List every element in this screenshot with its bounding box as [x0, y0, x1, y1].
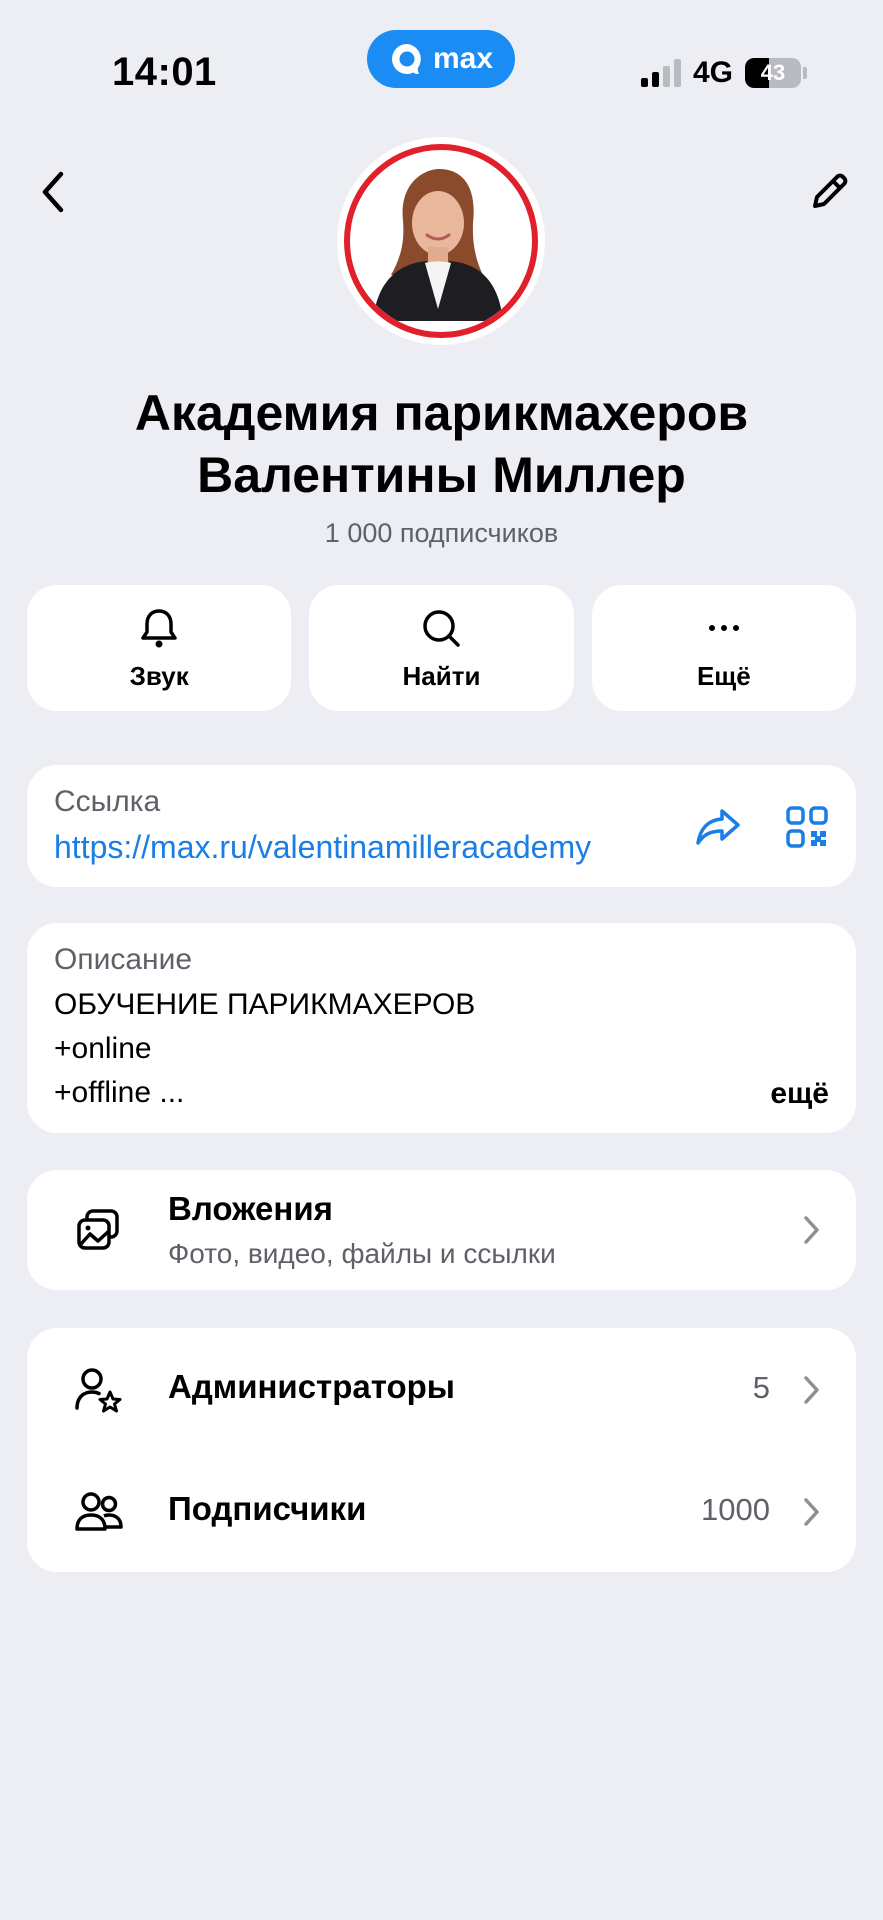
- chevron-right-icon: [796, 1210, 826, 1250]
- avatar-photo: [344, 144, 538, 338]
- description-caption: Описание: [54, 943, 193, 976]
- status-bar: 14:01 max 4G 43: [0, 0, 883, 140]
- subscribers-row[interactable]: Подписчики 1000: [27, 1450, 856, 1572]
- description-line-1: ОБУЧЕНИЕ ПАРИКМАХЕРОВ: [54, 988, 476, 1021]
- sound-button[interactable]: Звук: [27, 585, 292, 711]
- attachments-subtitle: Фото, видео, файлы и ссылки: [168, 1238, 556, 1269]
- back-button[interactable]: [22, 160, 86, 224]
- more-icon: [708, 624, 739, 631]
- pencil-icon: [813, 173, 848, 208]
- qr-code-icon: [786, 806, 828, 848]
- battery-level: 43: [760, 60, 786, 85]
- link-card: Ссылка https://max.ru/valentinamilleraca…: [27, 765, 856, 887]
- status-indicators: 4G 43: [640, 55, 807, 91]
- description-line-3: +offline ...: [54, 1076, 185, 1109]
- administrators-row[interactable]: Администраторы 5: [27, 1328, 856, 1450]
- app-label: max: [432, 42, 494, 75]
- battery-icon: 43: [745, 58, 801, 88]
- sound-button-label: Звук: [129, 660, 189, 691]
- attachments-title: Вложения: [168, 1190, 333, 1227]
- chevron-left-icon: [42, 171, 64, 213]
- channel-title: Академия парикмахеров Валентины Миллер: [40, 382, 843, 506]
- gallery-icon: [71, 1202, 127, 1258]
- share-icon: [696, 809, 740, 845]
- members-card: Администраторы 5 Подписчики 1000: [27, 1328, 856, 1572]
- subscribers-count: 1000: [701, 1492, 770, 1527]
- users-icon: [71, 1484, 127, 1540]
- chevron-right-icon: [796, 1370, 826, 1410]
- admin-star-icon: [71, 1362, 127, 1418]
- subscriber-count: 1 000 подписчиков: [324, 518, 559, 548]
- link-caption: Ссылка: [54, 785, 161, 818]
- more-button-label: Ещё: [696, 660, 751, 691]
- app-indicator-pill[interactable]: max: [367, 30, 515, 88]
- description-more-link[interactable]: ещё: [770, 1077, 829, 1111]
- bell-icon: [141, 608, 177, 647]
- channel-profile-screen: 14:01 max 4G 43 Академия парикмахеров Ва…: [0, 0, 883, 1920]
- portrait-photo-icon: [351, 151, 521, 321]
- description-line-2: +online: [54, 1032, 152, 1065]
- administrators-count: 5: [752, 1370, 770, 1405]
- search-button[interactable]: Найти: [309, 585, 574, 711]
- qr-code-button[interactable]: [779, 799, 835, 855]
- search-button-label: Найти: [402, 660, 481, 691]
- administrators-title: Администраторы: [168, 1368, 455, 1405]
- battery-cap: [803, 67, 807, 79]
- action-buttons: Звук Найти Ещё: [27, 585, 856, 711]
- attachments-row[interactable]: Вложения Фото, видео, файлы и ссылки: [27, 1170, 856, 1290]
- description-card[interactable]: Описание ОБУЧЕНИЕ ПАРИКМАХЕРОВ +online +…: [27, 923, 856, 1133]
- share-link-button[interactable]: [690, 799, 746, 855]
- network-type: 4G: [692, 56, 733, 89]
- more-button[interactable]: Ещё: [591, 585, 856, 711]
- channel-title-line2: Валентины Миллер: [197, 447, 686, 503]
- max-logo-icon: [391, 44, 421, 74]
- avatar[interactable]: [337, 137, 545, 345]
- channel-link[interactable]: https://max.ru/valentinamilleracademy: [54, 829, 684, 866]
- search-icon: [423, 609, 461, 647]
- chevron-right-icon: [796, 1492, 826, 1532]
- subscribers-title: Подписчики: [168, 1490, 367, 1527]
- edit-button[interactable]: [797, 160, 861, 224]
- status-time: 14:01: [112, 50, 217, 94]
- channel-title-line1: Академия парикмахеров: [134, 385, 749, 441]
- cellular-signal-icon: [640, 59, 681, 87]
